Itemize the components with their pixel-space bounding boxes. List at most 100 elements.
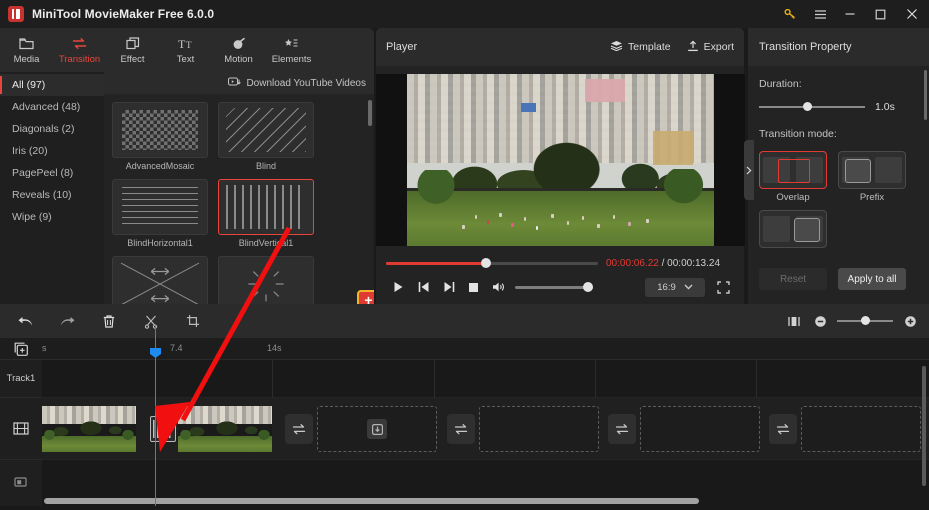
close-icon[interactable]	[895, 0, 929, 28]
nav-item-motion[interactable]: Motion	[212, 28, 265, 72]
main-toolbar: Media Transition Effect TT Text Motion E…	[0, 28, 374, 72]
playhead-line	[155, 326, 156, 506]
crop-icon[interactable]	[184, 312, 202, 330]
delete-icon[interactable]	[100, 312, 118, 330]
nav-label-transition: Transition	[58, 53, 101, 65]
category-item-iris[interactable]: Iris (20)	[0, 140, 104, 162]
redo-icon[interactable]	[58, 312, 76, 330]
timeline-horizontal-scrollbar[interactable]	[44, 498, 699, 504]
audio-track-icon[interactable]	[0, 460, 42, 504]
timeline-zoom-slider[interactable]	[837, 316, 893, 325]
nav-item-transition[interactable]: Transition	[53, 28, 106, 72]
zoom-handle[interactable]	[861, 316, 870, 325]
empty-clip-slot[interactable]	[479, 406, 599, 452]
track-row-video[interactable]	[42, 398, 929, 460]
video-track-icon[interactable]	[0, 398, 42, 460]
transition-cell-burst[interactable]	[218, 256, 314, 304]
transition-slot-button[interactable]	[285, 414, 313, 444]
mode-clip-a	[763, 216, 790, 242]
nav-label-elements: Elements	[271, 53, 312, 65]
category-item-diagonals[interactable]: Diagonals (2)	[0, 118, 104, 140]
fit-timeline-icon[interactable]	[785, 312, 803, 330]
next-frame-button[interactable]	[436, 276, 461, 298]
timeline-panel: s 7.4 14s Track1	[0, 304, 929, 510]
video-clip-2[interactable]	[178, 406, 272, 452]
track-row-overlay[interactable]	[42, 360, 929, 398]
category-item-advanced[interactable]: Advanced (48)	[0, 96, 104, 118]
panel-collapse-handle[interactable]	[744, 140, 754, 200]
mode-option-overlap[interactable]: Overlap	[759, 151, 827, 203]
transition-cell-advancedmosaic[interactable]: AdvancedMosaic	[112, 102, 208, 171]
apply-to-all-button[interactable]: Apply to all	[838, 268, 906, 290]
nav-item-media[interactable]: Media	[0, 28, 53, 72]
transition-thumbnail	[112, 256, 208, 304]
play-button[interactable]	[386, 276, 411, 298]
empty-clip-slot[interactable]	[317, 406, 437, 452]
video-preview[interactable]	[407, 74, 714, 246]
timeline-ruler[interactable]: s 7.4 14s	[0, 338, 929, 360]
svg-text:T: T	[178, 37, 186, 50]
transition-slot-button[interactable]	[608, 414, 636, 444]
maximize-icon[interactable]	[865, 0, 895, 28]
text-icon: TT	[178, 36, 194, 51]
property-scrollbar[interactable]	[924, 70, 927, 120]
mode-option-suffix[interactable]	[759, 210, 827, 251]
reset-button[interactable]: Reset	[759, 268, 827, 290]
add-transition-button[interactable]: +	[357, 290, 374, 304]
youtube-download-icon[interactable]	[228, 77, 242, 90]
player-seek-slider[interactable]	[386, 258, 598, 268]
duration-slider[interactable]	[759, 102, 865, 111]
fullscreen-button[interactable]	[712, 278, 734, 297]
category-label: Reveals (10)	[12, 189, 72, 201]
nav-item-text[interactable]: TT Text	[159, 28, 212, 72]
aspect-ratio-select[interactable]: 16:9	[645, 277, 705, 297]
volume-handle[interactable]	[583, 282, 593, 292]
minimize-icon[interactable]	[835, 0, 865, 28]
nav-item-elements[interactable]: Elements	[265, 28, 318, 72]
transition-cell-cross[interactable]	[112, 256, 208, 304]
export-button[interactable]: Export	[687, 40, 734, 55]
effect-icon	[125, 36, 140, 51]
mode-suffix-region	[794, 218, 820, 242]
category-item-all[interactable]: All (97)	[0, 74, 104, 96]
download-youtube-label[interactable]: Download YouTube Videos	[246, 78, 366, 89]
transition-slot-button[interactable]	[447, 414, 475, 444]
transition-cell-blind[interactable]: Blind	[218, 102, 314, 171]
nav-label-effect: Effect	[120, 53, 145, 65]
transition-slot-button[interactable]	[769, 414, 797, 444]
volume-icon[interactable]	[486, 276, 511, 298]
nav-label-motion: Motion	[224, 53, 253, 65]
volume-slider[interactable]	[515, 282, 593, 292]
seek-handle[interactable]	[480, 258, 491, 268]
burst-pattern-icon	[223, 261, 309, 304]
key-icon[interactable]	[775, 0, 805, 28]
preview-pink-building	[585, 79, 625, 102]
undo-icon[interactable]	[16, 312, 34, 330]
category-item-pagepeel[interactable]: PagePeel (8)	[0, 162, 104, 184]
template-button[interactable]: Template	[610, 40, 671, 54]
video-clip-1[interactable]	[42, 406, 136, 452]
zoom-out-icon[interactable]	[811, 312, 829, 330]
stop-button[interactable]	[461, 276, 486, 298]
transition-cell-blindvertical1[interactable]: + BlindVertical1	[218, 179, 374, 304]
preview-people	[407, 201, 714, 242]
mode-option-prefix[interactable]: Prefix	[838, 151, 906, 203]
timeline-vertical-scrollbar[interactable]	[922, 366, 926, 486]
nav-item-effect[interactable]: Effect	[106, 28, 159, 72]
import-media-icon[interactable]	[367, 419, 387, 439]
zoom-in-icon[interactable]	[901, 312, 919, 330]
duration-handle[interactable]	[803, 102, 812, 111]
split-icon[interactable]	[142, 312, 160, 330]
empty-clip-slot[interactable]	[801, 406, 921, 452]
category-item-wipe[interactable]: Wipe (9)	[0, 206, 104, 228]
menu-icon[interactable]	[805, 0, 835, 28]
timeline-transition-clip[interactable]	[150, 416, 176, 442]
empty-clip-slot[interactable]	[640, 406, 760, 452]
clip-thumbnail	[178, 406, 272, 452]
previous-frame-button[interactable]	[411, 276, 436, 298]
app-title: MiniTool MovieMaker Free 6.0.0	[32, 7, 215, 21]
library-scrollbar[interactable]	[368, 100, 372, 126]
add-media-icon[interactable]	[14, 342, 29, 357]
category-item-reveals[interactable]: Reveals (10)	[0, 184, 104, 206]
transition-cell-blindhorizontal1[interactable]: BlindHorizontal1	[112, 179, 208, 248]
